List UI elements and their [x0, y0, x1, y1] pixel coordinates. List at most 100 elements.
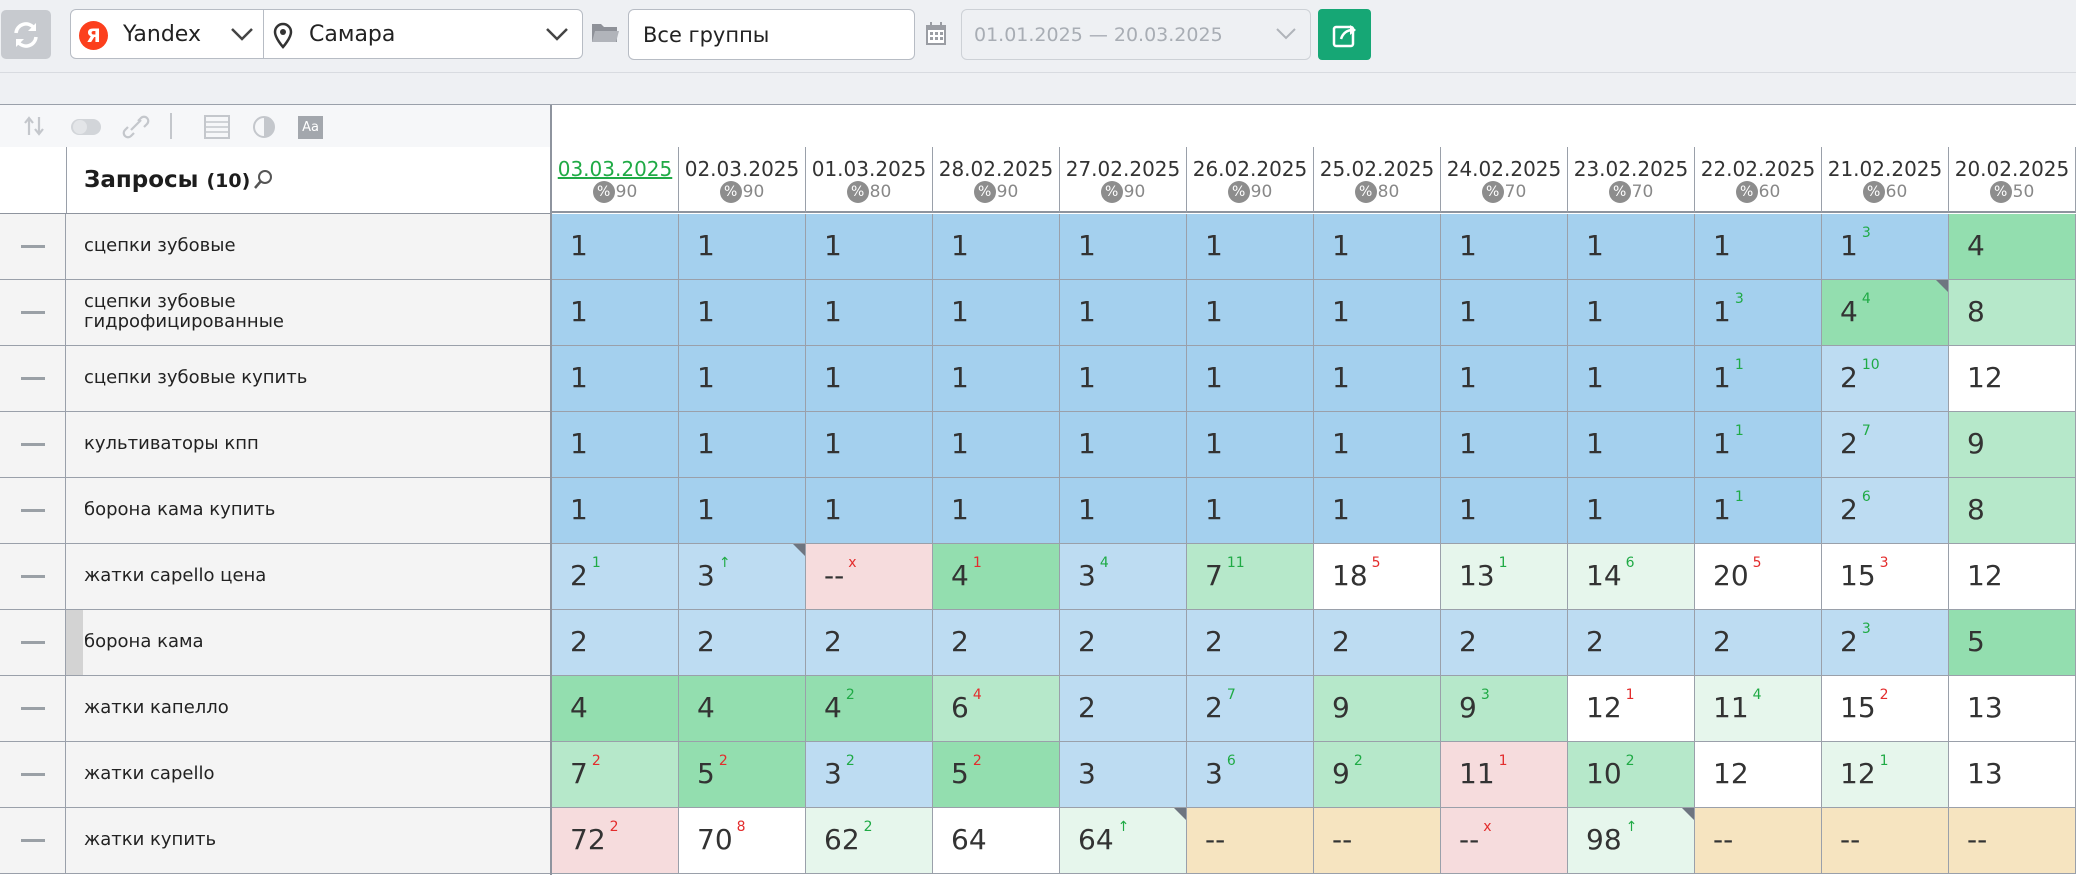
position-cell[interactable]: 72 2: [552, 808, 679, 874]
sort-icon[interactable]: [22, 115, 46, 137]
position-cell[interactable]: 1: [679, 214, 806, 280]
position-cell[interactable]: 1: [1187, 280, 1314, 346]
position-cell[interactable]: 64: [933, 808, 1060, 874]
position-cell[interactable]: --: [1187, 808, 1314, 874]
position-cell[interactable]: 4: [1949, 214, 2076, 280]
position-cell[interactable]: 12 1: [1822, 742, 1949, 808]
drag-handle[interactable]: [0, 610, 66, 675]
drag-handle[interactable]: [0, 544, 66, 609]
position-cell[interactable]: 2: [933, 610, 1060, 676]
export-button[interactable]: [1318, 9, 1371, 60]
position-cell[interactable]: 1: [1568, 346, 1695, 412]
date-column-header[interactable]: 27.02.2025% 90: [1060, 147, 1187, 213]
position-cell[interactable]: 3 ↑: [679, 544, 806, 610]
position-cell[interactable]: 2: [806, 610, 933, 676]
drag-handle[interactable]: [0, 412, 66, 477]
position-cell[interactable]: 27: [1822, 412, 1949, 478]
position-cell[interactable]: 1: [679, 346, 806, 412]
position-cell[interactable]: 1: [806, 346, 933, 412]
contrast-icon[interactable]: [252, 115, 276, 139]
note-corner-icon[interactable]: [1682, 808, 1694, 820]
position-cell[interactable]: 4: [552, 676, 679, 742]
position-cell[interactable]: 98 ↑: [1568, 808, 1695, 874]
position-cell[interactable]: 1: [679, 280, 806, 346]
position-cell[interactable]: 70 8: [679, 808, 806, 874]
position-cell[interactable]: 1: [1187, 346, 1314, 412]
position-cell[interactable]: 1: [1568, 412, 1695, 478]
position-cell[interactable]: 5: [1949, 610, 2076, 676]
position-cell[interactable]: 41: [933, 544, 1060, 610]
position-cell[interactable]: 12: [1949, 346, 2076, 412]
position-cell[interactable]: 1: [1060, 280, 1187, 346]
position-cell[interactable]: 1: [1568, 478, 1695, 544]
position-cell[interactable]: --: [1949, 808, 2076, 874]
position-cell[interactable]: 8: [1949, 280, 2076, 346]
position-cell[interactable]: 1: [933, 346, 1060, 412]
position-cell[interactable]: 32: [806, 742, 933, 808]
position-cell[interactable]: 52: [933, 742, 1060, 808]
date-range-picker[interactable]: 01.01.2025 — 20.03.2025: [961, 9, 1311, 60]
drag-handle[interactable]: [0, 280, 66, 345]
position-cell[interactable]: 11: [1695, 346, 1822, 412]
position-cell[interactable]: 13: [1822, 214, 1949, 280]
date-column-header[interactable]: 22.02.2025% 60: [1695, 147, 1822, 213]
position-cell[interactable]: 93: [1441, 676, 1568, 742]
position-cell[interactable]: --: [1695, 808, 1822, 874]
drag-handle[interactable]: [0, 214, 66, 279]
position-cell[interactable]: 8: [1949, 478, 2076, 544]
position-cell[interactable]: 12: [1695, 742, 1822, 808]
date-column-header[interactable]: 26.02.2025% 90: [1187, 147, 1314, 213]
position-cell[interactable]: 72: [552, 742, 679, 808]
position-cell[interactable]: 1: [679, 412, 806, 478]
position-cell[interactable]: 1: [1060, 412, 1187, 478]
date-column-header[interactable]: 23.02.2025% 70: [1568, 147, 1695, 213]
position-cell[interactable]: 20 5: [1695, 544, 1822, 610]
position-cell[interactable]: 52: [679, 742, 806, 808]
position-cell[interactable]: 1: [1695, 214, 1822, 280]
date-column-header[interactable]: 24.02.2025% 70: [1441, 147, 1568, 213]
position-cell[interactable]: 1: [1187, 214, 1314, 280]
position-cell[interactable]: 9: [1314, 676, 1441, 742]
position-cell[interactable]: 11: [1695, 412, 1822, 478]
position-cell[interactable]: 1: [552, 478, 679, 544]
position-cell[interactable]: 1: [933, 412, 1060, 478]
position-cell[interactable]: 1: [933, 478, 1060, 544]
position-cell[interactable]: 1: [1568, 280, 1695, 346]
position-cell[interactable]: 1: [806, 280, 933, 346]
date-column-header[interactable]: 20.02.2025% 50: [1949, 147, 2076, 213]
position-cell[interactable]: 11 4: [1695, 676, 1822, 742]
toggle-icon[interactable]: [70, 118, 102, 136]
date-column-header[interactable]: 03.03.2025% 90: [552, 147, 679, 213]
position-cell[interactable]: --: [1822, 808, 1949, 874]
position-cell[interactable]: 13: [1949, 676, 2076, 742]
drag-handle[interactable]: [0, 742, 66, 807]
search-engine-select[interactable]: Я Yandex: [70, 9, 264, 59]
position-cell[interactable]: 1: [1441, 280, 1568, 346]
position-cell[interactable]: 62 2: [806, 808, 933, 874]
position-cell[interactable]: 13: [1949, 742, 2076, 808]
query-row[interactable]: сцепки зубовые купить: [0, 346, 550, 412]
position-cell[interactable]: 2: [1314, 610, 1441, 676]
query-row[interactable]: борона кама: [0, 610, 550, 676]
position-cell[interactable]: 64 ↑: [1060, 808, 1187, 874]
position-cell[interactable]: 1: [806, 478, 933, 544]
table-icon[interactable]: [204, 115, 230, 139]
position-cell[interactable]: 1: [552, 214, 679, 280]
query-row[interactable]: жатки capello цена: [0, 544, 550, 610]
position-cell[interactable]: 1: [552, 346, 679, 412]
position-cell[interactable]: 2: [1187, 610, 1314, 676]
position-cell[interactable]: 1: [933, 280, 1060, 346]
position-cell[interactable]: 7 11: [1187, 544, 1314, 610]
query-row[interactable]: культиваторы кпп: [0, 412, 550, 478]
position-cell[interactable]: 2: [1060, 610, 1187, 676]
note-corner-icon[interactable]: [1936, 280, 1948, 292]
drag-handle[interactable]: [0, 478, 66, 543]
position-cell[interactable]: 1: [1060, 214, 1187, 280]
position-cell[interactable]: 2: [1060, 676, 1187, 742]
position-cell[interactable]: -- x: [806, 544, 933, 610]
position-cell[interactable]: --: [1314, 808, 1441, 874]
position-cell[interactable]: 11 1: [1441, 742, 1568, 808]
position-cell[interactable]: 3: [1060, 742, 1187, 808]
position-cell[interactable]: 12: [1949, 544, 2076, 610]
region-select[interactable]: Самара: [263, 9, 583, 59]
